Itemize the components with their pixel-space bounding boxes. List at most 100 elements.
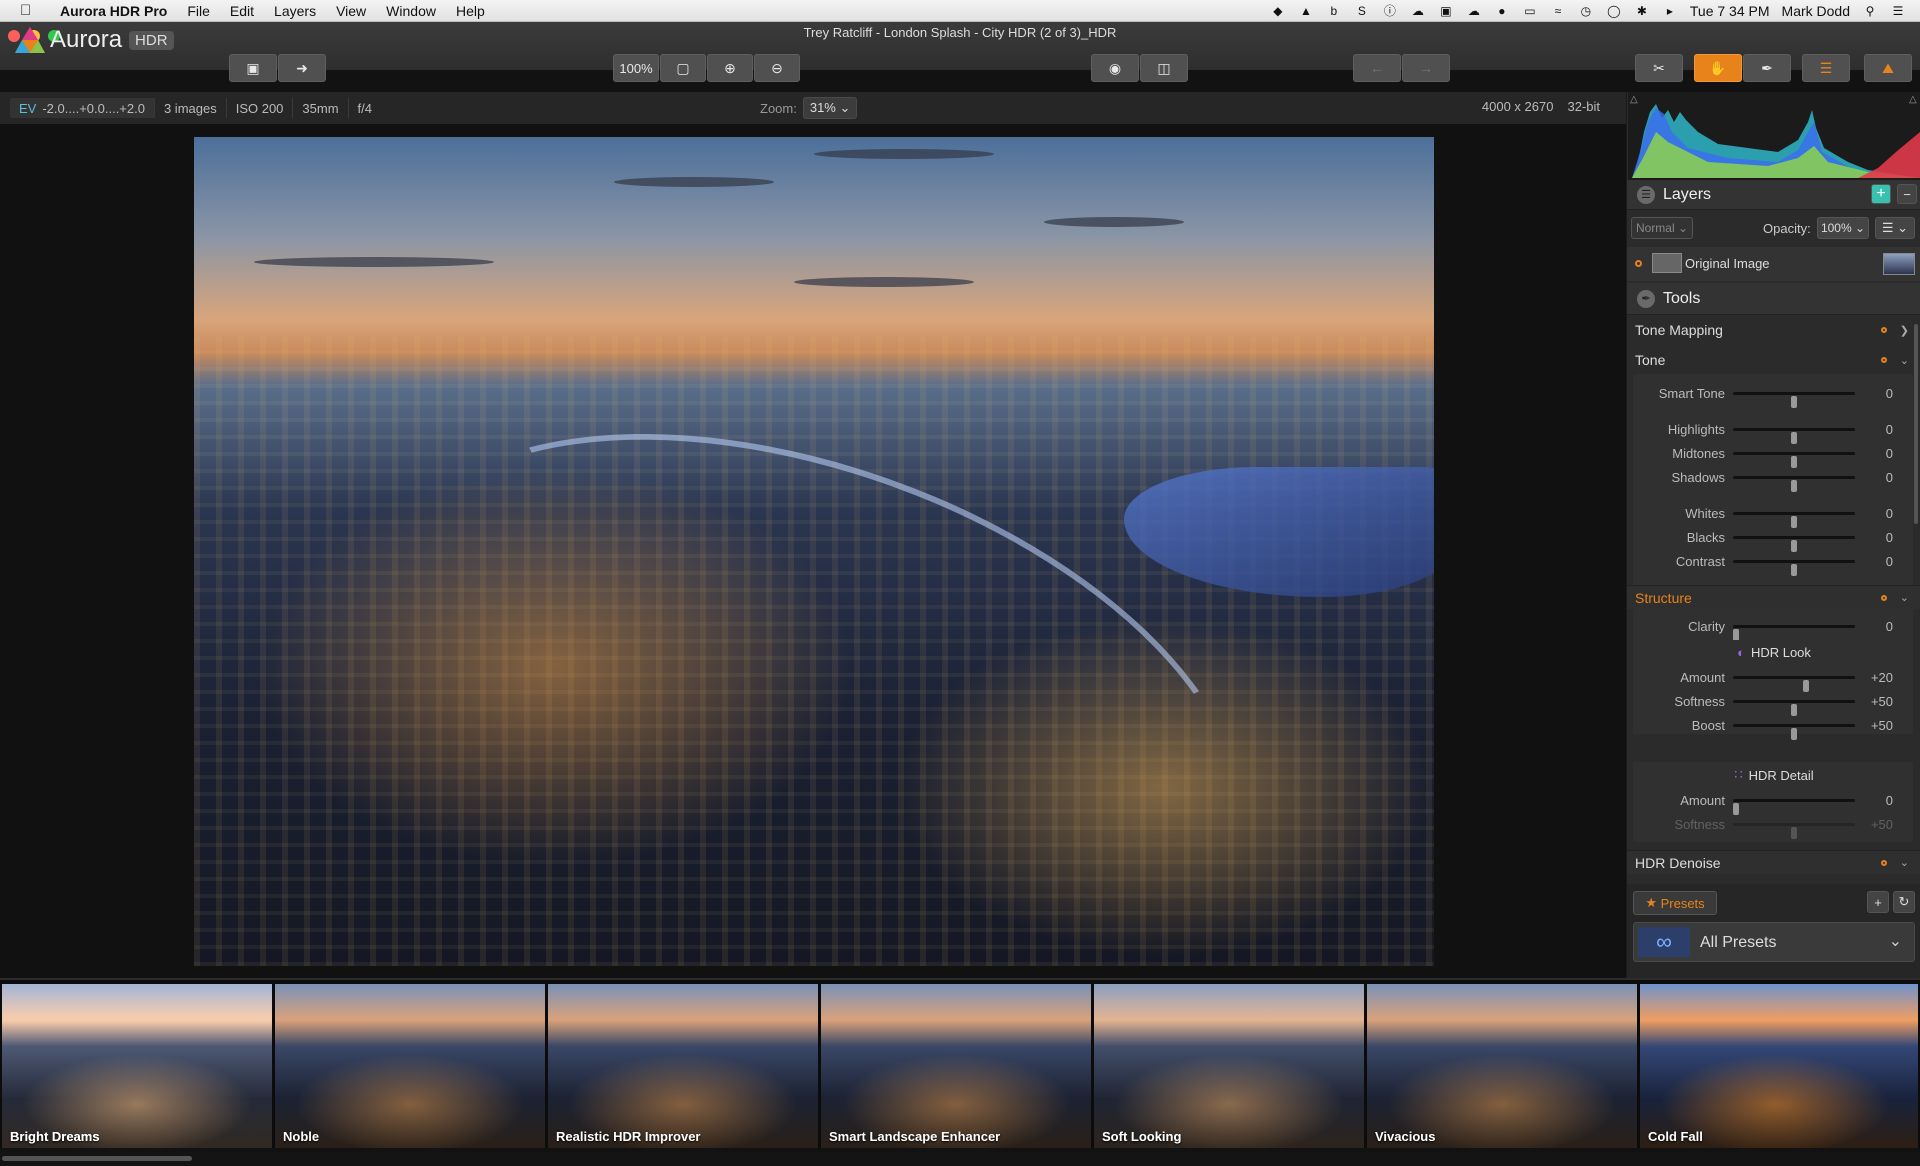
preset-thumbnail[interactable]: Realistic HDR Improver — [548, 984, 818, 1148]
menu-window[interactable]: Window — [376, 3, 446, 19]
preview-button[interactable]: ◉ — [1091, 54, 1139, 82]
menu-edit[interactable]: Edit — [220, 3, 264, 19]
spotify-icon[interactable]: ● — [1494, 4, 1510, 18]
highlights-slider[interactable]: Highlights 0 — [1627, 419, 1920, 444]
preset-thumbnail[interactable]: Cold Fall — [1640, 984, 1918, 1148]
refresh-presets-button[interactable]: ↻ — [1893, 891, 1915, 913]
look-boost-slider[interactable]: Boost +50 — [1627, 715, 1920, 740]
cloud2-icon[interactable]: ☁ — [1466, 4, 1482, 18]
user-name[interactable]: Mark Dodd — [1782, 3, 1850, 19]
presets-button[interactable]: ★ Presets — [1633, 891, 1717, 915]
hdr-photo[interactable] — [194, 137, 1434, 966]
redo-button[interactable]: → — [1402, 54, 1450, 82]
open-button[interactable]: ▣ — [229, 54, 277, 82]
contrast-slider[interactable]: Contrast 0 — [1627, 551, 1920, 576]
slider-track[interactable] — [1733, 823, 1855, 839]
midtones-slider[interactable]: Midtones 0 — [1627, 443, 1920, 468]
preset-category-select[interactable]: ∞ All Presets ⌄ — [1633, 922, 1915, 962]
zoom-in-button[interactable]: ⊕ — [707, 54, 753, 82]
blend-mode-select[interactable]: Normal ⌄ — [1631, 217, 1693, 239]
presets-toggle-button[interactable]: ⛰ — [1864, 54, 1912, 82]
b-icon[interactable]: b — [1326, 4, 1342, 18]
apple-menu-icon[interactable]:  — [20, 2, 36, 19]
slider-track[interactable] — [1733, 536, 1855, 552]
clock[interactable]: Tue 7 34 PM — [1690, 3, 1770, 19]
slider-track[interactable] — [1733, 428, 1855, 444]
slider-track[interactable] — [1733, 799, 1855, 815]
moon-icon[interactable]: ◯ — [1606, 4, 1622, 18]
hdr-denoise-toggle[interactable] — [1881, 859, 1887, 866]
crop-tool-button[interactable]: ✂ — [1635, 54, 1683, 82]
slider-track[interactable] — [1733, 560, 1855, 576]
layers-header[interactable]: ☰ Layers + − — [1627, 180, 1920, 210]
layers-toggle-button[interactable]: ☰ — [1802, 54, 1850, 82]
dropbox-icon[interactable]: ◆ — [1270, 4, 1286, 18]
menu-help[interactable]: Help — [446, 3, 495, 19]
slider-track[interactable] — [1733, 700, 1855, 716]
structure-row[interactable]: Structure ⌄ — [1627, 585, 1920, 609]
tone-mapping-toggle[interactable] — [1881, 327, 1887, 333]
image-canvas[interactable] — [0, 124, 1626, 978]
tone-mapping-row[interactable]: Tone Mapping ❯ — [1627, 318, 1920, 342]
hand-tool-button[interactable]: ✋ — [1694, 54, 1742, 82]
menu-layers[interactable]: Layers — [264, 3, 326, 19]
s-icon[interactable]: S — [1354, 4, 1370, 18]
hdr-denoise-row[interactable]: HDR Denoise ⌄ — [1627, 850, 1920, 874]
panel-scrollbar[interactable] — [1914, 324, 1918, 524]
airplay-icon[interactable]: ▭ — [1522, 4, 1538, 18]
preset-thumbnail[interactable]: Smart Landscape Enhancer — [821, 984, 1091, 1148]
share-button[interactable]: ➜ — [278, 54, 326, 82]
slider-track[interactable] — [1733, 724, 1855, 740]
slider-track[interactable] — [1733, 452, 1855, 468]
detail-softness-slider[interactable]: Softness +50 — [1627, 814, 1920, 839]
layer-menu-button[interactable]: ☰ ⌄ — [1875, 217, 1915, 239]
zoom-out-button[interactable]: ⊖ — [754, 54, 800, 82]
slider-knob[interactable] — [1791, 827, 1797, 839]
remove-layer-button[interactable]: − — [1897, 184, 1917, 204]
filmstrip-scrollbar[interactable] — [0, 1152, 1920, 1166]
compare-button[interactable]: ◫ — [1140, 54, 1188, 82]
structure-toggle[interactable] — [1881, 594, 1887, 601]
preset-thumbnail[interactable]: Vivacious — [1367, 984, 1637, 1148]
detail-amount-slider[interactable]: Amount 0 — [1627, 790, 1920, 815]
time-machine-icon[interactable]: ◷ — [1578, 4, 1594, 18]
preset-thumbnail[interactable]: Noble — [275, 984, 545, 1148]
notification-center-icon[interactable]: ☰ — [1890, 4, 1906, 18]
layer-row[interactable]: Original Image — [1627, 247, 1920, 281]
hdr-detail-header[interactable]: ∷ HDR Detail — [1627, 763, 1920, 787]
slider-track[interactable] — [1733, 625, 1855, 641]
opacity-select[interactable]: 100% ⌄ — [1817, 217, 1869, 239]
slider-track[interactable] — [1733, 512, 1855, 528]
preset-thumbnail[interactable]: Soft Looking — [1094, 984, 1364, 1148]
slider-knob[interactable] — [1791, 396, 1797, 408]
ev-range[interactable]: EV -2.0....+0.0....+2.0 — [10, 98, 155, 118]
undo-button[interactable]: ← — [1353, 54, 1401, 82]
tools-header[interactable]: ✒ Tools — [1627, 283, 1920, 315]
cloud-icon[interactable]: ☁ — [1410, 4, 1426, 18]
bluetooth-icon[interactable]: ✱ — [1634, 4, 1650, 18]
add-layer-button[interactable]: + — [1871, 184, 1891, 204]
drive-icon[interactable]: ▲ — [1298, 4, 1314, 18]
zoom-100-button[interactable]: 100% — [613, 54, 659, 82]
layer-visibility-dot[interactable] — [1635, 260, 1642, 267]
wifi-icon[interactable]: ≈ — [1550, 4, 1566, 18]
slider-track[interactable] — [1733, 392, 1855, 408]
slider-knob[interactable] — [1791, 728, 1797, 740]
tag-icon[interactable]: ▣ — [1438, 4, 1454, 18]
tone-toggle[interactable] — [1881, 357, 1887, 363]
spotlight-icon[interactable]: ⚲ — [1862, 4, 1878, 18]
clarity-slider[interactable]: Clarity 0 — [1627, 616, 1920, 641]
menu-app[interactable]: Aurora HDR Pro — [50, 3, 177, 19]
volume-icon[interactable]: ▸ — [1662, 4, 1678, 18]
slider-track[interactable] — [1733, 676, 1855, 692]
whites-slider[interactable]: Whites 0 — [1627, 503, 1920, 528]
info-icon[interactable]: ⓘ — [1382, 4, 1398, 18]
scrollbar-knob[interactable] — [2, 1156, 192, 1161]
menu-view[interactable]: View — [326, 3, 376, 19]
zoom-select[interactable]: 31% ⌄ — [802, 97, 858, 119]
preset-thumbnail[interactable]: Bright Dreams — [2, 984, 272, 1148]
hdr-look-header[interactable]: ◐ HDR Look — [1627, 640, 1920, 664]
look-softness-slider[interactable]: Softness +50 — [1627, 691, 1920, 716]
menu-file[interactable]: File — [177, 3, 220, 19]
slider-knob[interactable] — [1791, 564, 1797, 576]
